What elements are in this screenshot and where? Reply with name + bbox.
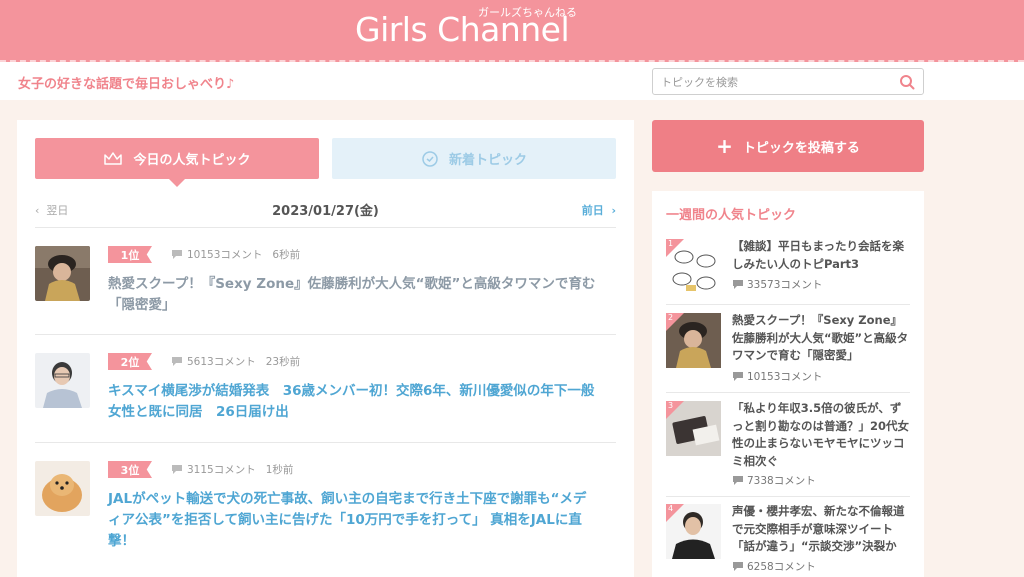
site-tagline: 女子の好きな話題で毎日おしゃべり♪ (18, 77, 235, 92)
comment-count: 5613コメント (187, 356, 256, 368)
crown-icon (104, 151, 123, 165)
rank-badge: 3位 (108, 461, 152, 478)
topic-thumbnail[interactable] (35, 353, 90, 408)
sub-header-bar: 女子の好きな話題で毎日おしゃべり♪ (0, 62, 1024, 100)
person-photo-icon (35, 353, 90, 408)
search-input[interactable] (661, 73, 891, 91)
weekly-topic-item[interactable]: 2 熱愛スクープ！『Sexy Zone』佐藤勝利が大人気“歌姫”と高級タワマンで… (666, 313, 910, 393)
weekly-topic-title[interactable]: 熱愛スクープ！『Sexy Zone』佐藤勝利が大人気“歌姫”と高級タワマンで育む… (732, 312, 912, 365)
weekly-topic-item[interactable]: 3 「私より年収3.5倍の彼氏が、ずっと割り勘なのは普通？」20代女性の止まらな… (666, 401, 910, 497)
plus-icon: + (716, 134, 733, 158)
site-logo-subtitle: ガールズちゃんねる (478, 6, 577, 19)
weekly-comment-count: 7338コメント (732, 473, 816, 488)
weekly-topic-thumbnail[interactable]: 2 (666, 313, 721, 368)
topic-title-link[interactable]: キスマイ横尾渉が結婚発表 36歳メンバー初！交際6年、新川優愛似の年下一般女性と… (108, 381, 598, 423)
topic-thumbnail[interactable] (35, 246, 90, 301)
posted-time: 6秒前 (272, 249, 301, 261)
topic-meta: 3115コメント 1秒前 (171, 462, 293, 477)
comment-count: 10153コメント (187, 249, 263, 261)
topic-title-link[interactable]: JALがペット輸送で犬の死亡事故、飼い主の自宅まで行き土下座で謝罪も“メディア公… (108, 489, 598, 552)
post-topic-button[interactable]: + トピックを投稿する (652, 120, 924, 172)
weekly-rank-badge: 4 (666, 504, 684, 522)
clock-icon (422, 150, 438, 167)
weekly-rank-badge: 3 (666, 401, 684, 419)
dog-photo-icon (35, 461, 90, 516)
comment-icon (172, 250, 182, 259)
rank-badge: 1位 (108, 246, 152, 263)
weekly-rank-badge: 1 (666, 239, 684, 257)
current-date: 2023/01/27(金) (272, 204, 379, 219)
search-icon[interactable] (899, 74, 915, 90)
posted-time: 1秒前 (265, 464, 294, 476)
tab-today-popular[interactable]: 今日の人気トピック (35, 138, 319, 187)
topic-title-link[interactable]: 熱愛スクープ！『Sexy Zone』佐藤勝利が大人気“歌姫”と高級タワマンで育む… (108, 274, 598, 316)
weekly-popular-panel: 一週間の人気トピック 1 【雑談】平日もまったり会話を楽しみたい人のトピPart… (652, 191, 924, 577)
comment-icon (733, 372, 743, 381)
weekly-topic-title[interactable]: 声優・櫻井孝宏、新たな不倫報道で元交際相手が意味深ツイート「話が違う」“示談交渉… (732, 503, 912, 556)
weekly-topic-title[interactable]: 「私より年収3.5倍の彼氏が、ずっと割り勘なのは普通？」20代女性の止まらないモ… (732, 400, 912, 470)
previous-day-label: 前日 (581, 204, 604, 217)
tab-today-label: 今日の人気トピック (133, 153, 251, 168)
comment-count: 3115コメント (187, 464, 256, 476)
topic-thumbnail[interactable] (35, 461, 90, 516)
main-topic-panel: 今日の人気トピック 新着トピック ‹ 翌日 2023/01/27(金) 前日 › (17, 120, 634, 577)
weekly-popular-heading: 一週間の人気トピック (666, 208, 797, 223)
person-photo-icon (35, 246, 90, 301)
tab-new-label: 新着トピック (448, 153, 527, 168)
site-header: Girls Channel ガールズちゃんねる (0, 0, 1024, 62)
weekly-comment-count: 10153コメント (732, 369, 822, 384)
topic-row[interactable]: 1位 10153コメント 6秒前 熱愛スクープ！『Sexy Zone』佐藤勝利が… (35, 246, 616, 335)
rank-badge: 2位 (108, 353, 152, 370)
topic-meta: 10153コメント 6秒前 (171, 247, 300, 262)
topic-row[interactable]: 2位 5613コメント 23秒前 キスマイ横尾渉が結婚発表 36歳メンバー初！交… (35, 353, 616, 443)
post-topic-label: トピックを投稿する (742, 140, 860, 156)
weekly-topic-item[interactable]: 4 声優・櫻井孝宏、新たな不倫報道で元交際相手が意味深ツイート「話が違う」“示談… (666, 504, 910, 577)
weekly-comment-count: 6258コメント (732, 559, 816, 574)
date-navigation: ‹ 翌日 2023/01/27(金) 前日 › (35, 198, 616, 228)
comment-icon (172, 465, 182, 474)
comment-icon (733, 476, 743, 485)
posted-time: 23秒前 (265, 356, 301, 368)
weekly-comment-count: 33573コメント (732, 277, 822, 292)
comment-icon (172, 357, 182, 366)
tab-new-topics[interactable]: 新着トピック (332, 138, 616, 179)
chevron-right-icon: › (611, 204, 616, 217)
search-box[interactable] (652, 68, 924, 95)
comment-icon (733, 280, 743, 289)
weekly-topic-thumbnail[interactable]: 1 (666, 239, 721, 294)
previous-day-link[interactable]: 前日 › (582, 202, 616, 218)
weekly-topic-thumbnail[interactable]: 3 (666, 401, 721, 456)
weekly-topic-title[interactable]: 【雑談】平日もまったり会話を楽しみたい人のトピPart3 (732, 238, 912, 273)
weekly-rank-badge: 2 (666, 313, 684, 331)
weekly-topic-item[interactable]: 1 【雑談】平日もまったり会話を楽しみたい人のトピPart3 33573コメント (666, 239, 910, 305)
weekly-topic-thumbnail[interactable]: 4 (666, 504, 721, 559)
comment-icon (733, 562, 743, 571)
topic-row[interactable]: 3位 3115コメント 1秒前 JALがペット輸送で犬の死亡事故、飼い主の自宅ま… (35, 461, 616, 577)
topic-meta: 5613コメント 23秒前 (171, 354, 300, 369)
